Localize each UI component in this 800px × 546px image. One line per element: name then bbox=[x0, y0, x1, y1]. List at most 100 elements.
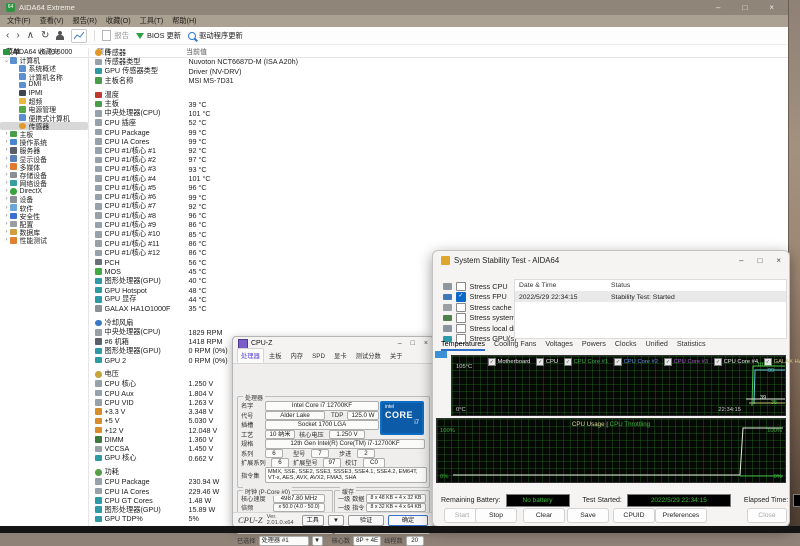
tree-expander-icon[interactable] bbox=[3, 221, 10, 227]
tree-expander-icon[interactable] bbox=[3, 156, 10, 162]
ok-button[interactable]: 确定 bbox=[388, 514, 428, 526]
sensor-row[interactable]: CPU 插座 52 °C bbox=[90, 118, 788, 127]
cpuz-tab[interactable]: 测试分数 bbox=[352, 348, 385, 363]
cpuz-tab[interactable]: 主板 bbox=[265, 348, 286, 363]
menu-item[interactable]: 收藏(O) bbox=[106, 16, 131, 26]
validate-button[interactable]: 验证 bbox=[348, 514, 384, 526]
sensor-row[interactable]: 主板名称 MSI MS-7D31 bbox=[90, 76, 788, 85]
tree-expander-icon[interactable] bbox=[3, 57, 10, 64]
graph-tab[interactable]: Voltages bbox=[545, 339, 573, 351]
processor-select[interactable]: 处理器 #1 bbox=[258, 536, 309, 546]
sensor-row[interactable]: CPU #1/核心 #5 96 °C bbox=[90, 183, 788, 192]
minimize-icon[interactable]: – bbox=[716, 0, 720, 15]
stability-button[interactable]: Preferences bbox=[655, 508, 707, 523]
tree-expander-icon[interactable] bbox=[3, 196, 10, 202]
tree-item[interactable]: 操作系统 bbox=[0, 138, 88, 147]
cpuz-tab[interactable]: 处理器 bbox=[237, 348, 264, 363]
up-icon[interactable]: ∧ bbox=[27, 27, 34, 44]
stability-button[interactable]: Save bbox=[567, 508, 609, 523]
sensor-row[interactable]: CPU #1/核心 #7 92 °C bbox=[90, 201, 788, 211]
menu-item[interactable]: 文件(F) bbox=[7, 16, 31, 26]
menu-item[interactable]: 帮助(H) bbox=[172, 16, 196, 26]
graph-tab[interactable]: Cooling Fans bbox=[494, 339, 536, 351]
stress-checkbox[interactable] bbox=[456, 302, 466, 312]
tree-item[interactable]: DirectX bbox=[0, 187, 88, 195]
graph-tab[interactable]: Statistics bbox=[677, 339, 706, 351]
stress-checkbox[interactable] bbox=[456, 281, 466, 291]
cpuz-tab[interactable]: 显卡 bbox=[330, 348, 351, 363]
sensor-row[interactable]: 中央处理器(CPU) 101 °C bbox=[90, 108, 788, 118]
stress-checkbox[interactable] bbox=[456, 292, 466, 302]
minimize-icon[interactable]: – bbox=[739, 256, 743, 265]
sensor-row[interactable]: CPU #1/核心 #4 101 °C bbox=[90, 174, 788, 183]
sensor-row[interactable]: CPU #1/核心 #6 99 °C bbox=[90, 192, 788, 202]
sensor-row[interactable]: 传感器 bbox=[90, 48, 788, 57]
graph-tab[interactable]: Powers bbox=[582, 339, 606, 351]
tools-button[interactable]: 工具 bbox=[301, 514, 324, 526]
chevron-down-icon[interactable]: ▼ bbox=[311, 536, 323, 546]
tree-expander-icon[interactable] bbox=[3, 229, 10, 235]
log-row[interactable]: 2022/5/29 22:34:15 Stability Test: Start… bbox=[515, 292, 786, 302]
tree-expander-icon[interactable] bbox=[3, 188, 10, 194]
tree-item[interactable]: 传感器 bbox=[0, 121, 88, 131]
users-icon[interactable] bbox=[56, 31, 65, 40]
menu-item[interactable]: 工具(T) bbox=[140, 16, 164, 26]
sensor-row[interactable]: 温度 bbox=[90, 90, 788, 99]
maximize-icon[interactable]: □ bbox=[757, 256, 762, 265]
sensor-row[interactable]: CPU IA Cores 99 °C bbox=[90, 137, 788, 146]
sensor-row[interactable]: 传感器类型 Nuvoton NCT6687D-M (ISA A20h) bbox=[90, 57, 788, 66]
cpuz-tab[interactable]: 内存 bbox=[286, 348, 307, 363]
tree-item[interactable]: 安全性 bbox=[0, 212, 88, 221]
sensor-panel-icon[interactable] bbox=[71, 28, 88, 43]
tree-expander-icon[interactable] bbox=[3, 237, 10, 243]
sensor-row[interactable]: CPU #1/核心 #8 96 °C bbox=[90, 211, 788, 220]
tree-item[interactable]: 显示设备 bbox=[0, 154, 88, 164]
cpuz-tab[interactable]: SPD bbox=[308, 350, 329, 363]
tools-dropdown-icon[interactable]: ▼ bbox=[327, 514, 344, 526]
stability-button[interactable]: CPUID bbox=[613, 508, 655, 523]
sensor-row[interactable]: CPU #1/核心 #9 86 °C bbox=[90, 220, 788, 229]
stability-button[interactable]: Stop bbox=[475, 508, 517, 523]
tree-item[interactable]: 配置 bbox=[0, 220, 88, 229]
tree-item[interactable]: 网络设备 bbox=[0, 179, 88, 188]
stress-checkbox[interactable] bbox=[456, 323, 466, 333]
sensor-row[interactable]: CPU #1/核心 #2 97 °C bbox=[90, 155, 788, 164]
tree-item[interactable]: 计算机名称 bbox=[0, 73, 88, 82]
sensor-row[interactable]: 主板 39 °C bbox=[90, 99, 788, 109]
graph-tab[interactable]: Unified bbox=[645, 339, 667, 351]
tree-item[interactable]: 设备 bbox=[0, 195, 88, 204]
menu-item[interactable]: 查看(V) bbox=[40, 16, 64, 26]
menu-item[interactable]: 报告(R) bbox=[73, 16, 97, 26]
tree-expander-icon[interactable] bbox=[3, 139, 10, 145]
tree-expander-icon[interactable] bbox=[3, 180, 10, 186]
graph-tab[interactable]: Temperatures bbox=[441, 339, 485, 351]
bios-update-button[interactable]: BIOS 更新 bbox=[136, 31, 181, 41]
cpuz-tab[interactable]: 关于 bbox=[386, 348, 407, 363]
pane-splitter[interactable] bbox=[88, 48, 89, 527]
back-icon[interactable]: ‹ bbox=[6, 27, 9, 44]
close-icon[interactable]: × bbox=[424, 340, 428, 347]
sensor-row[interactable]: CPU Package 99 °C bbox=[90, 127, 788, 137]
graph-tab[interactable]: Clocks bbox=[615, 339, 637, 351]
maximize-icon[interactable]: □ bbox=[411, 340, 415, 347]
scrollbar-thumb[interactable] bbox=[435, 351, 447, 358]
tree-expander-icon[interactable] bbox=[3, 164, 10, 170]
tree-item[interactable]: 性能测试 bbox=[0, 236, 88, 245]
sensor-row[interactable]: CPU #1/核心 #11 86 °C bbox=[90, 239, 788, 248]
minimize-icon[interactable]: – bbox=[398, 340, 402, 347]
sensor-row[interactable]: CPU #1/核心 #1 92 °C bbox=[90, 146, 788, 155]
tree-expander-icon[interactable] bbox=[3, 147, 10, 153]
tree-expander-icon[interactable] bbox=[3, 172, 10, 178]
maximize-icon[interactable]: □ bbox=[742, 0, 747, 15]
stability-button[interactable]: Close bbox=[747, 508, 787, 523]
tree-item[interactable]: 软件 bbox=[0, 204, 88, 213]
tree-item[interactable]: IPMI bbox=[0, 89, 88, 97]
forward-icon[interactable]: › bbox=[16, 27, 19, 44]
tree-expander-icon[interactable] bbox=[3, 205, 10, 211]
close-icon[interactable]: × bbox=[776, 256, 781, 265]
driver-update-button[interactable]: 驱动程序更新 bbox=[188, 31, 243, 41]
tree-item[interactable]: DMI bbox=[0, 81, 88, 89]
sensor-row[interactable]: GPU 传感器类型 Driver (NV-DRV) bbox=[90, 66, 788, 76]
report-button[interactable]: 报告 bbox=[102, 30, 129, 41]
tree-expander-icon[interactable] bbox=[3, 131, 10, 137]
